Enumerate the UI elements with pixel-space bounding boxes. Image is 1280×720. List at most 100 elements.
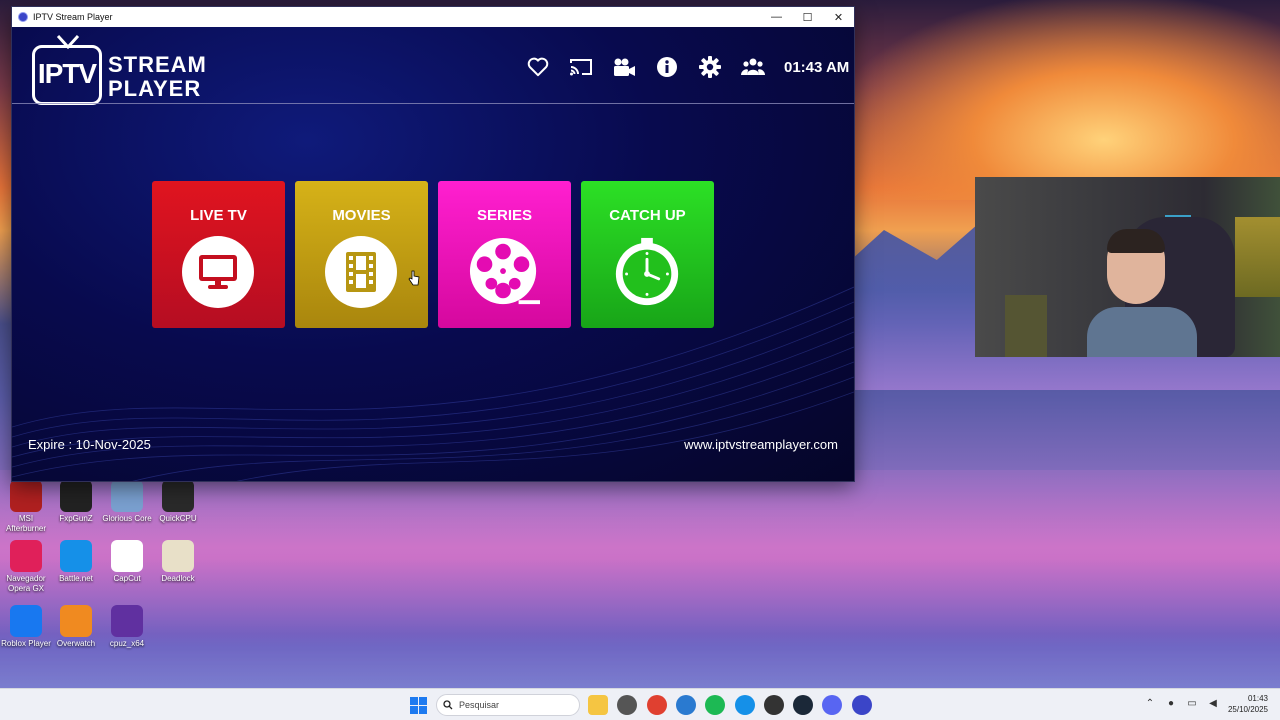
info-icon[interactable] <box>653 53 681 81</box>
desktop-icon[interactable]: Roblox Player <box>0 605 52 649</box>
desktop-icon-label: Navegador Opera GX <box>6 574 46 593</box>
system-tray-icons: ⌃ ● ▭ ◀ <box>1143 698 1227 712</box>
desktop-icon-label: Roblox Player <box>1 639 51 648</box>
app-icon <box>162 540 194 572</box>
desktop-icon[interactable]: FxpGunZ <box>50 480 102 524</box>
iptv-icon[interactable] <box>851 695 872 715</box>
app-icon <box>60 605 92 637</box>
logo-line1: STREAM <box>108 52 207 77</box>
tile-series[interactable]: SERIES <box>438 181 571 328</box>
app-icon <box>111 605 143 637</box>
website-link[interactable]: www.iptvstreamplayer.com <box>684 437 838 452</box>
close-button[interactable]: ✕ <box>823 7 854 27</box>
settings-icon[interactable] <box>696 53 724 81</box>
battlenet-icon[interactable] <box>734 695 755 715</box>
desktop-icon-label: FxpGunZ <box>59 514 93 523</box>
webcam-overlay <box>975 177 1280 357</box>
webcam-shelf <box>1235 217 1280 297</box>
hand-cursor-icon <box>408 270 420 286</box>
desktop-icon[interactable]: Navegador Opera GX <box>0 540 52 594</box>
search-icon <box>443 700 453 710</box>
webcam-picture <box>1005 295 1047 357</box>
desktop-icon[interactable]: Deadlock <box>152 540 204 584</box>
desktop-icon[interactable]: CapCut <box>101 540 153 584</box>
app-content: IPTV STREAM PLAYER 01:43 AM LIVE TV MOVI… <box>12 27 854 481</box>
minimize-button[interactable]: — <box>761 7 792 27</box>
microphone-icon[interactable]: ● <box>1164 698 1178 712</box>
film-reel-icon <box>468 236 540 308</box>
app-window: IPTV Stream Player — ☐ ✕ IPTV STREAM PLA… <box>12 7 854 481</box>
search-placeholder: Pesquisar <box>459 700 500 710</box>
desktop-icon[interactable]: cpuz_x64 <box>101 605 153 649</box>
taskbar-date: 25/10/2025 <box>1227 705 1268 714</box>
desktop-icon-label: Overwatch <box>56 639 96 648</box>
tile-label: SERIES <box>476 207 533 224</box>
chrome-dev-icon[interactable] <box>675 695 696 715</box>
heart-icon[interactable] <box>524 53 552 81</box>
iptv-logo: IPTV STREAM PLAYER <box>32 35 222 105</box>
desktop-icon[interactable]: Glorious Core <box>101 480 153 524</box>
desktop-icon-label: cpuz_x64 <box>109 639 145 648</box>
desktop-icon-label: Deadlock <box>161 574 195 583</box>
header-divider <box>12 103 854 104</box>
tile-label: MOVIES <box>332 207 391 224</box>
users-icon[interactable] <box>739 53 767 81</box>
tile-label: LIVE TV <box>190 207 247 224</box>
desktop-icon-label: CapCut <box>113 574 141 583</box>
tile-catch-up[interactable]: CATCH UP <box>581 181 714 328</box>
title-bar[interactable]: IPTV Stream Player — ☐ ✕ <box>12 7 854 27</box>
desktop-icon[interactable]: Overwatch <box>50 605 102 649</box>
desktop-icon[interactable]: QuickCPU <box>152 480 204 524</box>
maximize-button[interactable]: ☐ <box>792 7 823 27</box>
steam-icon[interactable] <box>793 695 814 715</box>
speaker-icon[interactable]: ◀ <box>1206 698 1220 712</box>
video-camera-icon[interactable] <box>610 53 638 81</box>
taskbar-clock[interactable]: 01:43 25/10/2025 <box>1228 693 1268 715</box>
webcam-person-body <box>1087 307 1197 357</box>
tile-live-tv[interactable]: LIVE TV <box>152 181 285 328</box>
app-icon <box>18 12 28 22</box>
film-icon <box>325 236 397 308</box>
overwatch-icon[interactable] <box>617 695 638 715</box>
app-icon <box>60 540 92 572</box>
clock-icon <box>611 236 683 308</box>
app-icon[interactable] <box>763 695 784 715</box>
cast-icon[interactable] <box>567 53 595 81</box>
desktop-icon[interactable]: MSI Afterburner <box>0 480 52 534</box>
webcam-person-hair <box>1107 229 1165 253</box>
desktop-icon-label: Battle.net <box>59 574 93 583</box>
tile-movies[interactable]: MOVIES <box>295 181 428 328</box>
taskbar: Pesquisar ⌃ ● ▭ ◀ 01:43 25/10/2025 <box>0 688 1280 720</box>
display-icon[interactable]: ▭ <box>1185 698 1199 712</box>
app-icon <box>162 480 194 512</box>
chevron-up-icon[interactable]: ⌃ <box>1143 698 1157 712</box>
app-icon <box>10 605 42 637</box>
start-button[interactable] <box>410 697 427 714</box>
app-icon <box>10 480 42 512</box>
header-toolbar: 01:43 AM <box>524 53 849 81</box>
clock: 01:43 AM <box>784 58 850 76</box>
spotify-icon[interactable] <box>705 695 726 715</box>
desktop-icon-label: MSI Afterburner <box>5 514 47 533</box>
discord-icon[interactable] <box>822 695 843 715</box>
logo-box-text: IPTV <box>37 58 97 89</box>
main-menu: LIVE TV MOVIES SERIES CATCH UP <box>152 181 724 328</box>
window-title: IPTV Stream Player <box>33 12 113 22</box>
tv-icon <box>182 236 254 308</box>
chrome-icon[interactable] <box>646 695 667 715</box>
app-icon <box>60 480 92 512</box>
desktop-sky <box>840 0 1280 200</box>
desktop-icon[interactable]: Battle.net <box>50 540 102 584</box>
taskbar-search[interactable]: Pesquisar <box>436 694 580 716</box>
logo-box: IPTV <box>32 45 102 105</box>
desktop-icon-label: Glorious Core <box>102 514 152 523</box>
logo-line2: PLAYER <box>108 76 202 101</box>
app-icon <box>10 540 42 572</box>
file-explorer-icon[interactable] <box>588 695 608 715</box>
desktop-icon-label: QuickCPU <box>159 514 197 523</box>
tile-label: CATCH UP <box>609 207 686 224</box>
app-icon <box>111 540 143 572</box>
app-icon <box>111 480 143 512</box>
expire-date: Expire : 10-Nov-2025 <box>28 437 151 452</box>
taskbar-time: 01:43 <box>1247 694 1268 703</box>
